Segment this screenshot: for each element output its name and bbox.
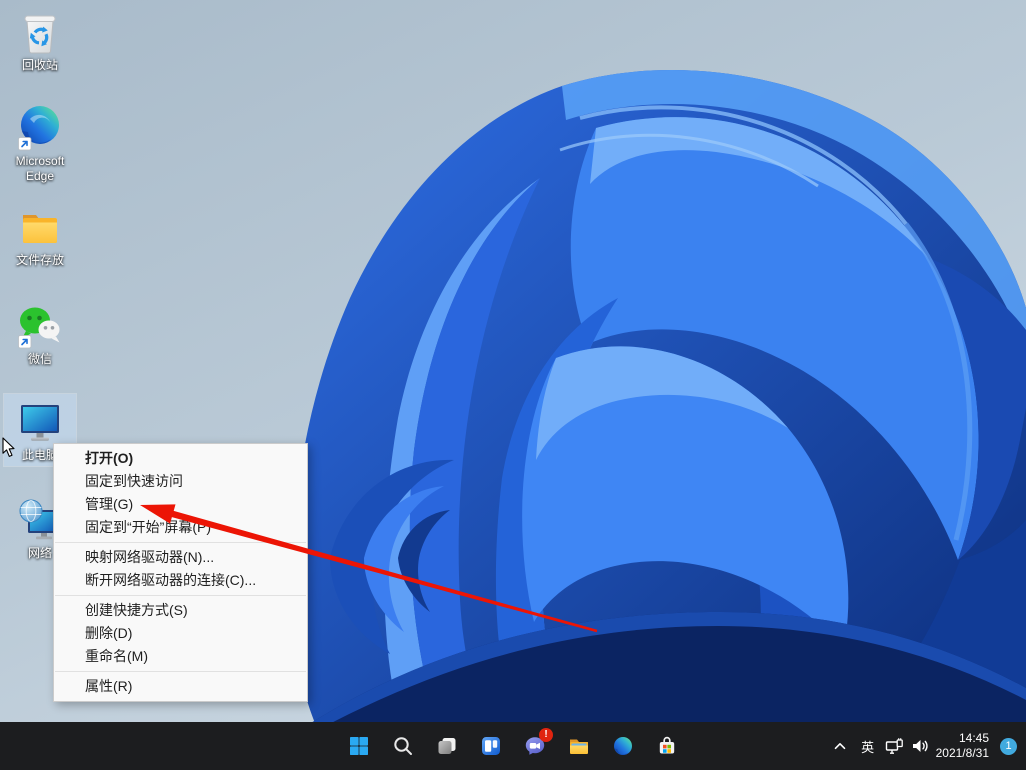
desktop-icon-label: Microsoft Edge	[15, 154, 65, 183]
taskbar: ! 英 14:45 2021/8/31 1	[0, 722, 1026, 770]
desktop-icon-microsoft-edge[interactable]: Microsoft Edge	[4, 100, 76, 187]
menu-separator	[55, 595, 306, 596]
desktop-icon-label: 网络	[27, 546, 52, 560]
microsoft-store-icon	[659, 736, 675, 754]
desktop-icon-label: 文件存放	[15, 253, 64, 267]
context-menu-item-pin-quick-access[interactable]: 固定到快速访问	[54, 470, 307, 493]
widgets-button[interactable]	[469, 724, 513, 768]
edge-icon	[614, 737, 632, 755]
context-menu-item-delete[interactable]: 删除(D)	[54, 622, 307, 645]
task-view-button[interactable]	[425, 724, 469, 768]
chat-notification-badge: !	[539, 728, 553, 742]
shortcut-arrow-badge	[18, 335, 32, 349]
start-button[interactable]	[337, 724, 381, 768]
desktop-icon-label: 回收站	[21, 58, 58, 72]
chat-button[interactable]: !	[513, 724, 557, 768]
tray-chevron-button[interactable]	[827, 726, 853, 766]
task-view-icon	[438, 738, 456, 754]
desktop-screen: 回收站 Microsoft Edge 文件存放 微信 此电脑 网络 打开(O) …	[0, 0, 1026, 770]
context-menu-item-create-shortcut[interactable]: 创建快捷方式(S)	[54, 599, 307, 622]
taskbar-center-icons: !	[337, 722, 689, 770]
widgets-icon	[482, 737, 500, 755]
recycle-bin-icon	[24, 15, 56, 54]
context-menu-item-properties[interactable]: 属性(R)	[54, 675, 307, 698]
edge-icon	[18, 106, 59, 151]
ethernet-network-icon	[885, 738, 903, 754]
file-explorer-button[interactable]	[557, 724, 601, 768]
system-tray: 英 14:45 2021/8/31 1	[827, 722, 1022, 770]
context-menu-item-map-network-drive[interactable]: 映射网络驱动器(N)...	[54, 546, 307, 569]
this-pc-icon	[21, 405, 59, 441]
desktop-icon-wechat[interactable]: 微信	[4, 298, 76, 370]
shortcut-arrow-badge	[18, 137, 32, 151]
menu-separator	[55, 542, 306, 543]
notification-count-badge[interactable]: 1	[1000, 737, 1017, 755]
file-explorer-icon	[570, 739, 588, 754]
wechat-icon	[18, 307, 60, 349]
chevron-up-icon	[834, 743, 845, 750]
search-button[interactable]	[381, 724, 425, 768]
context-menu-item-disconnect-network-drive[interactable]: 断开网络驱动器的连接(C)...	[54, 569, 307, 592]
menu-separator	[55, 671, 306, 672]
network-volume-button[interactable]	[883, 726, 931, 766]
windows-start-icon	[350, 737, 368, 755]
speaker-volume-icon	[912, 740, 928, 752]
desktop-icon-file-storage[interactable]: 文件存放	[4, 199, 76, 271]
context-menu: 打开(O) 固定到快速访问 管理(G) 固定到“开始”屏幕(P) 映射网络驱动器…	[53, 443, 308, 702]
clock-time: 14:45	[958, 731, 989, 745]
desktop-icon-recycle-bin[interactable]: 回收站	[4, 4, 76, 76]
context-menu-item-manage[interactable]: 管理(G)	[54, 493, 307, 516]
edge-button[interactable]	[601, 724, 645, 768]
context-menu-item-pin-start[interactable]: 固定到“开始”屏幕(P)	[54, 516, 307, 539]
clock[interactable]: 14:45 2021/8/31	[931, 731, 994, 761]
context-menu-item-open[interactable]: 打开(O)	[54, 447, 307, 470]
context-menu-item-rename[interactable]: 重命名(M)	[54, 645, 307, 668]
search-icon	[394, 737, 412, 755]
input-language-label: 英	[861, 739, 875, 755]
clock-date: 2021/8/31	[935, 746, 989, 760]
folder-icon	[23, 215, 57, 243]
desktop-icon-label: 微信	[27, 352, 52, 366]
input-language-button[interactable]: 英	[853, 726, 883, 766]
microsoft-store-button[interactable]	[645, 724, 689, 768]
